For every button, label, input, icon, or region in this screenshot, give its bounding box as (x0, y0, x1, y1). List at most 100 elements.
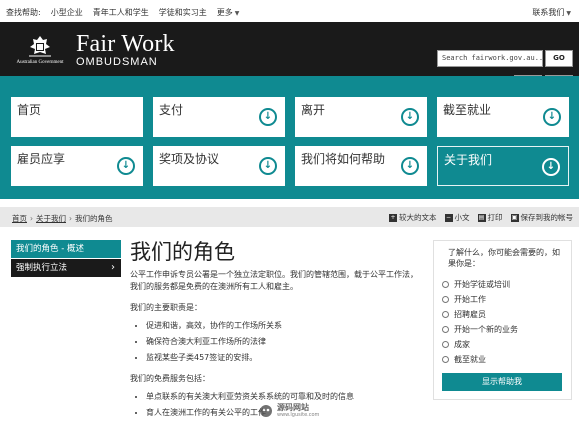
breadcrumb: 首页 › 关于我们 › 我们的角色 (12, 213, 113, 224)
crest-icon (29, 36, 51, 57)
help-finder-panel: 了解什么，你可能会需要的，如果你是： 开始学徒或培训 开始工作 招聘雇员 开始一… (433, 240, 572, 400)
option-label: 截至就业 (454, 355, 486, 364)
breadcrumb-bar: 首页 › 关于我们 › 我们的角色 + 较大的文本 − 小文 ▤ 打印 ▣ 保存到我的帐号 (0, 207, 579, 227)
list-item: 育人在澳洲工作的有关公平的工作 (146, 405, 354, 421)
larger-text-button[interactable]: + 较大的文本 (389, 212, 437, 223)
radio-button[interactable] (442, 311, 449, 318)
tile-label: 雇员应享 (17, 152, 66, 166)
more-menu[interactable]: 更多 ▼ (217, 7, 240, 18)
intro-paragraph: 公平工作申诉专员公署是一个独立法定职位。我们的管辖范围，载于公平工作法，我们的服… (130, 270, 418, 291)
option-label: 开始工作 (454, 295, 486, 304)
watermark-logo-icon (260, 404, 272, 417)
arrow-down-circle-icon: ↓ (543, 108, 561, 126)
chevron-right-icon: › (111, 262, 115, 273)
chevron-down-icon: ▼ (566, 10, 571, 17)
page-tools: + 较大的文本 − 小文 ▤ 打印 ▣ 保存到我的帐号 (389, 212, 573, 223)
arrow-down-circle-icon: ↓ (401, 108, 419, 126)
contact-label: 联系我们 (532, 8, 565, 17)
smaller-text-button[interactable]: − 小文 (444, 212, 470, 223)
list-item: 确保符合澳大利亚工作场所的法律 (146, 334, 282, 350)
option-label: 开始一个新的业务 (454, 325, 518, 334)
search-go-button[interactable]: GO (545, 50, 573, 67)
option-label: 开始学徒或培训 (454, 280, 510, 289)
tile-label: 截至就业 (443, 103, 492, 117)
option-apprenticeship[interactable]: 开始学徒或培训 (442, 279, 510, 290)
arrow-down-circle-icon: ↓ (542, 158, 560, 176)
arrow-down-circle-icon: ↓ (401, 157, 419, 175)
link-small-business[interactable]: 小型企业 (51, 7, 83, 18)
radio-button[interactable] (442, 356, 449, 363)
help-label: 查找帮助: (6, 8, 41, 17)
services-heading: 我们的免费服务包括： (130, 374, 210, 383)
tile-label: 我们将如何帮助 (301, 152, 386, 166)
minus-icon: − (444, 213, 453, 222)
watermark: 源码网站 www.lgusite.com (258, 403, 319, 418)
arrow-down-circle-icon: ↓ (259, 157, 277, 175)
tile-awards-agreements[interactable]: 奖项及协议 ↓ (153, 146, 285, 186)
government-crest-logo[interactable]: Australian Government (10, 34, 70, 72)
save-icon: ▣ (510, 213, 519, 222)
tile-how-we-help[interactable]: 我们将如何帮助 ↓ (295, 146, 427, 186)
option-label: 成家 (454, 340, 470, 349)
contact-menu[interactable]: 联系我们 ▼ (532, 7, 571, 18)
arrow-down-circle-icon: ↓ (117, 157, 135, 175)
main-nav-tiles: 首页 支付 ↓ 离开 ↓ 截至就业 ↓ 雇员应享 ↓ 奖项及协议 ↓ 我们将如何… (0, 76, 579, 199)
tool-label: 打印 (487, 213, 503, 222)
watermark-text: 源码网站 www.lgusite.com (277, 403, 319, 418)
tile-pay[interactable]: 支付 ↓ (153, 97, 285, 137)
panel-question: 了解什么，你可能会需要的，如果你是： (448, 248, 560, 268)
tile-leave[interactable]: 离开 ↓ (295, 97, 427, 137)
option-hiring[interactable]: 招聘雇员 (442, 309, 486, 320)
print-button[interactable]: ▤ 打印 (477, 212, 503, 223)
show-help-button[interactable]: 显示帮助我 (442, 373, 562, 391)
link-young-workers[interactable]: 青年工人和学生 (93, 7, 149, 18)
arrow-down-circle-icon: ↓ (259, 108, 277, 126)
more-label: 更多 (216, 8, 233, 17)
duties-heading: 我们的主要职责是： (130, 303, 202, 312)
option-label: 招聘雇员 (454, 310, 486, 319)
tool-label: 小文 (454, 213, 470, 222)
sidebar-item-enforcement[interactable]: 强制执行立法 › (11, 259, 121, 277)
list-item: 促进和谐，高效，协作的工作场所关系 (146, 318, 282, 334)
link-apprentices[interactable]: 学徒和实习主 (159, 7, 207, 18)
watermark-line1: 源码网站 (277, 403, 309, 412)
brand-title: Fair Work (76, 31, 175, 57)
radio-button[interactable] (442, 326, 449, 333)
tool-label: 较大的文本 (399, 213, 437, 222)
watermark-line2: www.lgusite.com (277, 412, 320, 418)
tile-about-us[interactable]: 关于我们 ↓ (437, 146, 569, 186)
sidebar-item-overview[interactable]: 我们的角色 - 概述 (11, 240, 121, 258)
list-item: 单点联系的有关澳大利亚劳资关系系统的可靠和及时的信息 (146, 389, 354, 405)
option-ending-employment[interactable]: 截至就业 (442, 354, 486, 365)
breadcrumb-home[interactable]: 首页 (12, 214, 27, 223)
help-links: 查找帮助: 小型企业 青年工人和学生 学徒和实习主 更多 ▼ (6, 7, 239, 18)
option-new-business[interactable]: 开始一个新的业务 (442, 324, 518, 335)
plus-icon: + (389, 213, 397, 222)
breadcrumb-about[interactable]: 关于我们 (36, 214, 66, 223)
sidebar-item-label: 强制执行立法 (16, 263, 68, 273)
breadcrumb-current: 我们的角色 (75, 214, 113, 223)
option-start-work[interactable]: 开始工作 (442, 294, 486, 305)
page-title: 我们的角色 (130, 240, 235, 264)
tile-ending-employment[interactable]: 截至就业 ↓ (437, 97, 569, 137)
radio-button[interactable] (442, 296, 449, 303)
tile-label: 支付 (159, 103, 184, 117)
search-input[interactable]: Search fairwork.gov.au... (437, 50, 543, 67)
utility-bar: 查找帮助: 小型企业 青年工人和学生 学徒和实习主 更多 ▼ 联系我们 ▼ (0, 0, 579, 23)
breadcrumb-separator: › (30, 214, 33, 223)
chevron-down-icon: ▼ (234, 10, 240, 17)
radio-button[interactable] (442, 341, 449, 348)
tile-employee-entitlements[interactable]: 雇员应享 ↓ (11, 146, 143, 186)
printer-icon: ▤ (477, 213, 486, 222)
tool-label: 保存到我的帐号 (520, 213, 574, 222)
save-to-account-button[interactable]: ▣ 保存到我的帐号 (510, 212, 574, 223)
radio-button[interactable] (442, 281, 449, 288)
brand-subtitle: OMBUDSMAN (76, 56, 158, 68)
brand-logo[interactable]: Fair Work OMBUDSMAN (76, 32, 175, 69)
tile-label: 奖项及协议 (159, 152, 220, 166)
tile-home[interactable]: 首页 (11, 97, 143, 137)
list-item: 监视某些子类457签证的安排。 (146, 350, 282, 366)
gov-label: Australian Government (16, 60, 64, 65)
option-family[interactable]: 成家 (442, 339, 470, 350)
services-list: 单点联系的有关澳大利亚劳资关系系统的可靠和及时的信息 育人在澳洲工作的有关公平的… (130, 389, 354, 421)
